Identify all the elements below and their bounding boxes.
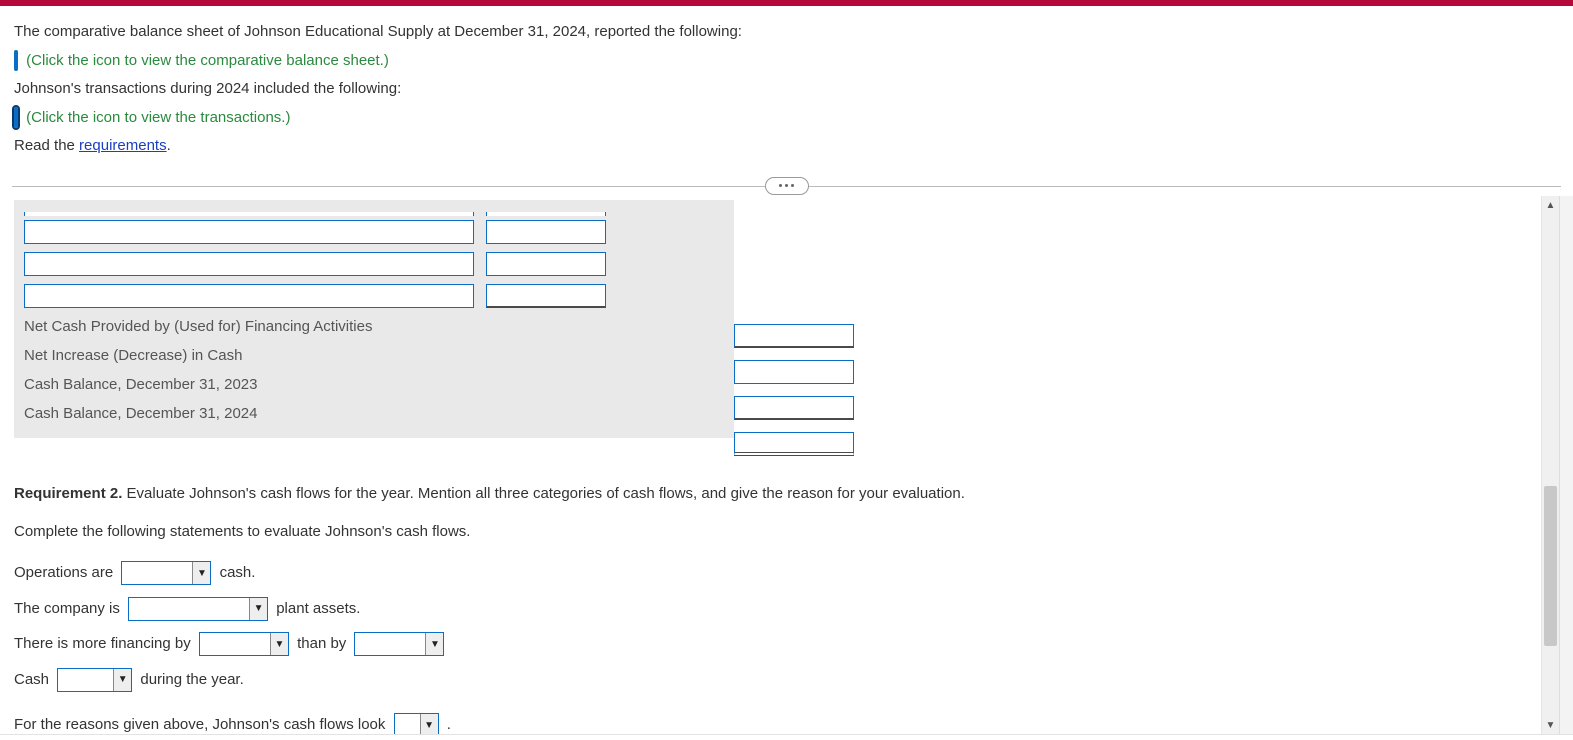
balance-sheet-link[interactable]: (Click the icon to view the comparative …: [26, 52, 389, 69]
table-row: [24, 280, 724, 312]
row-label: Net Increase (Decrease) in Cash: [24, 347, 614, 364]
text: Cash: [14, 671, 53, 688]
page: The comparative balance sheet of Johnson…: [0, 0, 1573, 740]
total-input[interactable]: [734, 396, 854, 420]
chevron-down-icon[interactable]: ▼: [113, 669, 131, 691]
total-input[interactable]: [734, 432, 854, 456]
section-divider: [12, 175, 1561, 196]
page-scrollbar[interactable]: [1559, 196, 1573, 734]
total-input[interactable]: [734, 360, 854, 384]
financing-by-select[interactable]: ▼: [199, 632, 289, 656]
table-icon[interactable]: [14, 104, 18, 133]
transactions-row: (Click the icon to view the transactions…: [14, 104, 1559, 133]
balance-sheet-row: (Click the icon to view the comparative …: [14, 47, 1559, 76]
amount-input[interactable]: [486, 220, 606, 244]
table-row: [24, 216, 724, 248]
chevron-down-icon[interactable]: ▼: [270, 633, 288, 655]
intro-section: The comparative balance sheet of Johnson…: [0, 6, 1573, 167]
amount-input[interactable]: [486, 212, 606, 216]
row-label: Cash Balance, December 31, 2023: [24, 376, 614, 393]
table-row: Cash Balance, December 31, 2024: [24, 399, 724, 428]
table-icon[interactable]: [14, 47, 18, 76]
text: The company is: [14, 600, 124, 617]
intro-line-2: Johnson's transactions during 2024 inclu…: [14, 75, 1559, 104]
read-the-text: Read the: [14, 137, 79, 154]
scroll-up-icon[interactable]: ▲: [1542, 196, 1559, 214]
requirements-link[interactable]: requirements: [79, 137, 167, 154]
text: For the reasons given above, Johnson's c…: [14, 716, 390, 733]
scroll-down-icon[interactable]: ▼: [1542, 716, 1559, 734]
operations-select[interactable]: ▼: [121, 561, 211, 585]
text: during the year.: [140, 671, 243, 688]
req2-complete: Complete the following statements to eva…: [14, 516, 1527, 548]
footer-gap: [0, 734, 1573, 740]
chevron-down-icon[interactable]: ▼: [249, 598, 267, 620]
table-row: Net Increase (Decrease) in Cash: [24, 341, 724, 370]
text: There is more financing by: [14, 635, 195, 652]
activity-label-input[interactable]: [24, 252, 474, 276]
sentence-financing: There is more financing by ▼ than by ▼: [14, 628, 1527, 660]
sentence-company: The company is ▼ plant assets.: [14, 593, 1527, 625]
table-row: [24, 248, 724, 280]
transactions-link[interactable]: (Click the icon to view the transactions…: [26, 109, 290, 126]
row-label: Cash Balance, December 31, 2024: [24, 405, 614, 422]
amount-input[interactable]: [486, 284, 606, 308]
intro-line-1: The comparative balance sheet of Johnson…: [14, 18, 1559, 47]
total-input[interactable]: [734, 324, 854, 348]
period: .: [167, 137, 171, 154]
sentence-cash: Cash ▼ during the year.: [14, 664, 1527, 696]
text: .: [447, 716, 451, 733]
expand-pill[interactable]: [765, 177, 809, 195]
row-label: Net Cash Provided by (Used for) Financin…: [24, 318, 614, 335]
cash-select[interactable]: ▼: [57, 668, 132, 692]
conclusion-select[interactable]: ▼: [394, 713, 439, 734]
chevron-down-icon[interactable]: ▼: [425, 633, 443, 655]
scroll-thumb[interactable]: [1544, 486, 1557, 646]
text: cash.: [220, 564, 256, 581]
text: Operations are: [14, 564, 117, 581]
requirement-2-section: Requirement 2. Evaluate Johnson's cash f…: [14, 478, 1527, 734]
totals-column: [734, 200, 854, 462]
table-row: [24, 206, 724, 216]
req2-heading-rest: Evaluate Johnson's cash flows for the ye…: [122, 485, 965, 502]
sentence-conclusion: For the reasons given above, Johnson's c…: [14, 709, 1527, 734]
content-area: Net Cash Provided by (Used for) Financin…: [0, 196, 1541, 734]
chevron-down-icon[interactable]: ▼: [192, 562, 210, 584]
activity-label-input[interactable]: [24, 220, 474, 244]
content-scrollbar[interactable]: ▲ ▼: [1541, 196, 1559, 734]
text: than by: [297, 635, 350, 652]
worksheet: Net Cash Provided by (Used for) Financin…: [14, 200, 734, 438]
table-row: Cash Balance, December 31, 2023: [24, 370, 724, 399]
company-select[interactable]: ▼: [128, 597, 268, 621]
activity-label-input[interactable]: [24, 284, 474, 308]
req2-heading: Requirement 2. Evaluate Johnson's cash f…: [14, 478, 1527, 510]
amount-input[interactable]: [486, 252, 606, 276]
activity-label-input[interactable]: [24, 212, 474, 216]
chevron-down-icon[interactable]: ▼: [420, 714, 438, 734]
than-by-select[interactable]: ▼: [354, 632, 444, 656]
table-row: Net Cash Provided by (Used for) Financin…: [24, 312, 724, 341]
sentence-operations: Operations are ▼ cash.: [14, 557, 1527, 589]
req2-heading-bold: Requirement 2.: [14, 485, 122, 502]
content-row: Net Cash Provided by (Used for) Financin…: [0, 196, 1573, 734]
text: plant assets.: [276, 600, 360, 617]
requirements-row: Read the requirements.: [14, 132, 1559, 161]
